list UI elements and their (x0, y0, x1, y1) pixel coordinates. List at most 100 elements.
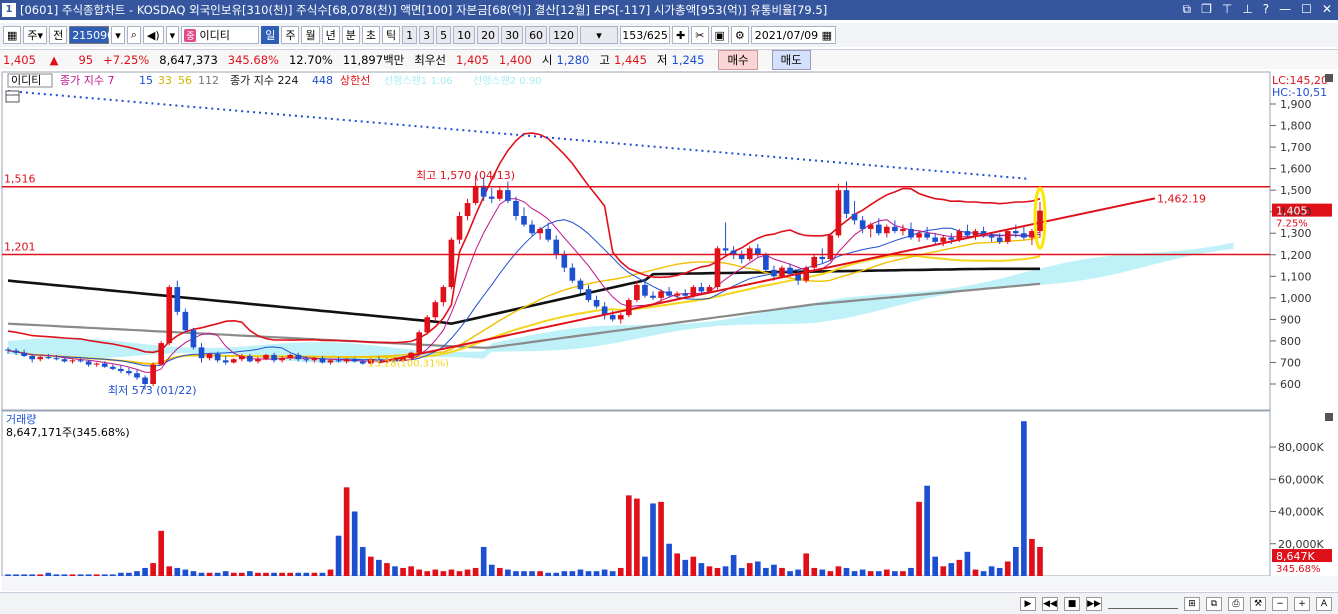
volume-bar[interactable] (456, 571, 463, 576)
volume-bar[interactable] (21, 574, 27, 576)
candle-body[interactable] (988, 235, 995, 238)
candle-body[interactable] (875, 224, 882, 234)
volume-bar[interactable] (706, 566, 713, 576)
candle-body[interactable] (690, 287, 697, 296)
scissors-icon[interactable]: ✂ (691, 26, 709, 44)
volume-bar[interactable] (682, 559, 689, 576)
volume-bar[interactable] (956, 559, 963, 576)
volume-bar[interactable] (45, 572, 52, 576)
candle-body[interactable] (214, 353, 221, 361)
volume-bar[interactable] (754, 561, 761, 576)
volume-bar[interactable] (892, 571, 898, 576)
volume-bar[interactable] (642, 556, 648, 576)
zoom-out-icon[interactable]: − (1272, 596, 1288, 611)
candle-body[interactable] (642, 284, 648, 296)
volume-bar[interactable] (488, 564, 495, 576)
volume-bar[interactable] (1029, 538, 1035, 576)
volume-bar[interactable] (988, 566, 995, 576)
period-second-button[interactable]: 초 (361, 26, 380, 44)
candle-body[interactable] (771, 269, 777, 277)
volume-bar[interactable] (771, 564, 777, 576)
candle-body[interactable] (432, 302, 439, 318)
candle-body[interactable] (279, 358, 285, 361)
candle-body[interactable] (964, 231, 971, 236)
candle-body[interactable] (1021, 233, 1027, 238)
volume-bar[interactable] (803, 553, 810, 576)
candle-body[interactable] (1012, 231, 1019, 234)
restore-window-icon[interactable]: ❐ (1201, 2, 1212, 17)
volume-bar[interactable] (158, 530, 165, 576)
volume-bar[interactable] (1012, 546, 1019, 576)
candle-body[interactable] (1004, 231, 1011, 242)
date-input[interactable]: 2021/07/09 ▦ (750, 26, 837, 44)
candle-body[interactable] (77, 360, 84, 362)
candle-body[interactable] (416, 332, 423, 353)
candle-body[interactable] (585, 289, 592, 300)
volume-bar[interactable] (505, 569, 511, 576)
interval-30-button[interactable]: 30 (501, 26, 524, 44)
volume-bar[interactable] (343, 487, 350, 576)
volume-bar[interactable] (61, 574, 68, 576)
print-icon[interactable]: ⎙ (1228, 596, 1244, 611)
volume-bar[interactable] (400, 567, 406, 576)
link-icon[interactable]: ⧉ (1183, 2, 1192, 17)
volume-bar[interactable] (811, 567, 818, 576)
volume-bar[interactable] (940, 566, 947, 576)
candle-body[interactable] (29, 356, 36, 360)
volume-bar[interactable] (859, 569, 866, 576)
candle-body[interactable] (230, 359, 237, 363)
candle-body[interactable] (706, 287, 713, 292)
candle-body[interactable] (625, 300, 632, 316)
volume-bar[interactable] (13, 574, 19, 576)
volume-bar[interactable] (537, 571, 543, 576)
candle-body[interactable] (480, 185, 487, 197)
candle-body[interactable] (650, 295, 656, 298)
volume-bar[interactable] (883, 569, 890, 576)
volume-bar[interactable] (77, 574, 84, 576)
volume-bar[interactable] (1004, 561, 1011, 576)
volume-bar[interactable] (101, 574, 108, 576)
candle-body[interactable] (819, 256, 826, 260)
candle-body[interactable] (263, 354, 269, 360)
volume-bar[interactable] (553, 572, 560, 576)
volume-bar[interactable] (948, 563, 955, 576)
price-panel-close-icon[interactable] (1325, 74, 1333, 82)
candle-body[interactable] (827, 235, 834, 260)
volume-bar[interactable] (327, 569, 334, 576)
volume-bar[interactable] (190, 571, 197, 576)
stock-code-input[interactable]: 215090 (69, 26, 114, 44)
candle-body[interactable] (359, 361, 366, 364)
font-size-icon[interactable]: A (1316, 596, 1332, 611)
candle-body[interactable] (134, 373, 140, 378)
volume-bar[interactable] (1037, 546, 1043, 576)
volume-bar[interactable] (730, 555, 737, 576)
candle-body[interactable] (553, 239, 560, 255)
pin-icon[interactable]: ⊤ (1222, 2, 1232, 17)
market-select[interactable]: 주 ▾ (23, 26, 48, 44)
volume-bar[interactable] (134, 571, 140, 576)
volume-bar[interactable] (521, 571, 527, 576)
candle-body[interactable] (488, 196, 495, 199)
period-month-button[interactable]: 월 (301, 26, 320, 44)
volume-bar[interactable] (53, 574, 60, 576)
volume-bar[interactable] (996, 567, 1003, 576)
candle-body[interactable] (311, 358, 318, 361)
candle-body[interactable] (932, 237, 939, 242)
candle-body[interactable] (779, 267, 785, 277)
volume-bar[interactable] (303, 572, 310, 576)
volume-bar[interactable] (174, 567, 181, 576)
candle-body[interactable] (900, 228, 906, 232)
candle-body[interactable] (851, 213, 858, 221)
candle-body[interactable] (126, 371, 132, 374)
volume-bar[interactable] (464, 569, 471, 576)
volume-bar[interactable] (561, 571, 568, 576)
candle-body[interactable] (440, 287, 447, 303)
candle-body[interactable] (593, 300, 600, 307)
candle-body[interactable] (166, 287, 173, 344)
volume-bar[interactable] (851, 571, 858, 576)
volume-bar[interactable] (867, 571, 874, 576)
interval-10-button[interactable]: 10 (453, 26, 476, 44)
candle-body[interactable] (803, 267, 810, 281)
candle-body[interactable] (182, 311, 189, 331)
volume-bar[interactable] (666, 543, 672, 576)
